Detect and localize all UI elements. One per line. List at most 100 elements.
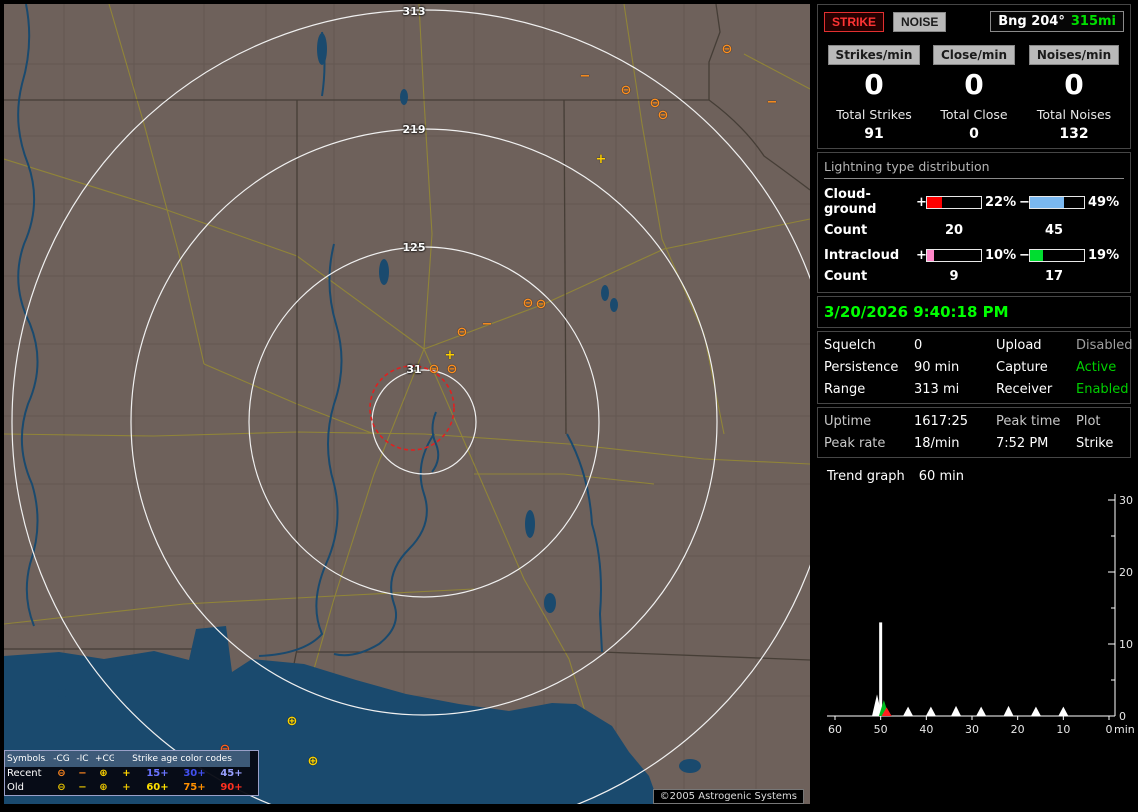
legend-strike-symbol: ⊖ <box>57 768 66 779</box>
strike-symbol-cg_neg: ⊖ <box>446 361 458 377</box>
ic-negative-bar <box>1029 249 1085 262</box>
plot-value: Strike <box>1076 436 1114 451</box>
strike-symbol-ic_neg: − <box>766 94 778 110</box>
uptime-section: Uptime 1617:25 Peak time Plot Peak rate … <box>817 407 1131 458</box>
svg-text:0: 0 <box>1119 710 1126 723</box>
date-time: 3/20/2026 9:40:18 PM <box>824 303 1009 321</box>
legend-age-code: 30+ <box>183 768 206 779</box>
cg-negative-pct: 49% <box>1088 194 1120 210</box>
count-label: Count <box>824 223 868 238</box>
svg-text:20: 20 <box>1119 566 1133 579</box>
noises-per-min-value: 0 <box>1064 68 1084 101</box>
legend-row-label: Old <box>7 782 24 793</box>
map-legend: Symbols -CG -IC +CG Strike age color cod… <box>4 750 259 796</box>
trend-graph-label: Trend graph <box>827 469 905 484</box>
cg-positive-bar <box>926 195 982 209</box>
peak-rate-label: Peak rate <box>824 436 886 451</box>
uptime-label: Uptime <box>824 414 872 429</box>
range-value: 313 mi <box>914 382 960 397</box>
legend-strike-symbol: + <box>122 782 131 793</box>
control-panel: STRIKE NOISE Bng 204° 315mi Strikes/min C… <box>816 4 1135 808</box>
receiver-status: Enabled <box>1076 382 1129 397</box>
cg-positive-count: 20 <box>944 223 964 238</box>
total-strikes-value: 91 <box>864 126 884 142</box>
intracloud-label: Intracloud <box>824 248 900 263</box>
strike-symbol-cg_neg: ⊖ <box>456 324 468 340</box>
legend-strike-symbol: ⊕ <box>99 768 108 779</box>
nexstorm-window: { "map": { "ring_labels": ["313", "219",… <box>0 0 1138 812</box>
strike-symbol-cg_pos: ⊕ <box>286 713 298 729</box>
rates-section: STRIKE NOISE Bng 204° 315mi Strikes/min C… <box>817 4 1131 149</box>
distribution-title: Lightning type distribution <box>824 159 1124 179</box>
minus-sign: − <box>1019 248 1030 263</box>
count-label: Count <box>824 269 868 284</box>
cg-positive-pct: 22% <box>985 194 1017 210</box>
bearing-readout: Bng 204° 315mi <box>990 11 1124 32</box>
legend-col-header: -IC <box>72 751 93 767</box>
legend-row-label: Recent <box>7 768 42 779</box>
ic-negative-pct: 19% <box>1088 248 1120 263</box>
cg-negative-bar <box>1029 195 1085 209</box>
legend-age-code: 45+ <box>220 768 243 779</box>
cloud-ground-label: Cloud-ground <box>824 187 877 217</box>
legend-strike-symbol: − <box>78 768 87 779</box>
svg-text:min: min <box>1114 723 1135 736</box>
legend-strike-symbol: + <box>122 768 131 779</box>
cg-negative-count: 45 <box>1044 223 1064 238</box>
svg-text:60: 60 <box>828 723 842 736</box>
ic-positive-bar <box>926 249 982 262</box>
strike-symbol-ic_pos: + <box>595 151 607 167</box>
strike-symbol-cg_neg: ⊖ <box>428 361 440 377</box>
range-ring-label: 313 <box>402 5 426 18</box>
persistence-label: Persistence <box>824 360 899 375</box>
trend-section: Trend graph 60 min 0 10 20 30 60 50 40 30 20 10 0 m… <box>817 461 1135 748</box>
svg-text:0: 0 <box>1106 723 1113 736</box>
strike-symbol-ic_neg: − <box>481 316 493 332</box>
legend-age-code: 60+ <box>146 782 169 793</box>
legend-col-header: +CG <box>93 751 116 767</box>
ic-positive-count: 9 <box>949 269 959 284</box>
legend-age-code: 75+ <box>183 782 206 793</box>
receiver-label: Receiver <box>996 382 1053 397</box>
upload-label: Upload <box>996 338 1042 353</box>
legend-age-header: Strike age color codes <box>114 751 250 767</box>
upload-status: Disabled <box>1076 338 1133 353</box>
copyright-label: ©2005 Astrogenic Systems <box>652 789 804 804</box>
plot-label: Plot <box>1076 414 1101 429</box>
peak-time-value: 7:52 PM <box>996 436 1049 451</box>
status-section: Squelch 0 Upload Disabled Persistence 90… <box>817 331 1133 404</box>
bearing-range: 315mi <box>1070 14 1116 29</box>
lightning-map[interactable]: 313 219 125 31 Symbols -CG -IC +CG Strik… <box>4 4 810 804</box>
svg-text:40: 40 <box>919 723 933 736</box>
strike-symbol-cg_neg: ⊖ <box>721 41 733 57</box>
strike-symbol-ic_pos: + <box>444 347 456 363</box>
strikes-per-min-label: Strikes/min <box>827 45 921 65</box>
strike-symbol-ic_neg: − <box>579 68 591 84</box>
persistence-value: 90 min <box>914 360 960 375</box>
legend-col-header: -CG <box>51 751 72 767</box>
total-strikes-label: Total Strikes <box>836 107 912 122</box>
distribution-section: Lightning type distribution Cloud-ground… <box>817 152 1131 293</box>
range-label: Range <box>824 382 866 397</box>
legend-symbols-header: Symbols <box>5 751 51 767</box>
strike-symbol-cg_neg: ⊖ <box>535 296 547 312</box>
total-noises-value: 132 <box>1059 126 1089 142</box>
plus-sign: + <box>916 248 927 263</box>
close-per-min-label: Close/min <box>933 45 1015 65</box>
svg-text:10: 10 <box>1056 723 1070 736</box>
noises-per-min-label: Noises/min <box>1028 45 1120 65</box>
minus-sign: − <box>1019 194 1030 210</box>
bearing-label: Bng 204° <box>998 14 1065 29</box>
peak-time-label: Peak time <box>996 414 1061 429</box>
legend-age-code: 90+ <box>220 782 243 793</box>
strike-symbol-cg_neg: ⊖ <box>620 82 632 98</box>
capture-status: Active <box>1076 360 1117 375</box>
legend-strike-symbol: ⊕ <box>99 782 108 793</box>
range-ring-label: 125 <box>402 241 426 254</box>
legend-age-code: 15+ <box>146 768 169 779</box>
strike-display-button[interactable]: STRIKE <box>824 11 885 32</box>
svg-text:30: 30 <box>965 723 979 736</box>
strike-symbol-cg_pos: ⊕ <box>307 753 319 769</box>
noise-display-button[interactable]: NOISE <box>893 11 947 32</box>
strike-symbol-cg_neg: ⊖ <box>657 107 669 123</box>
